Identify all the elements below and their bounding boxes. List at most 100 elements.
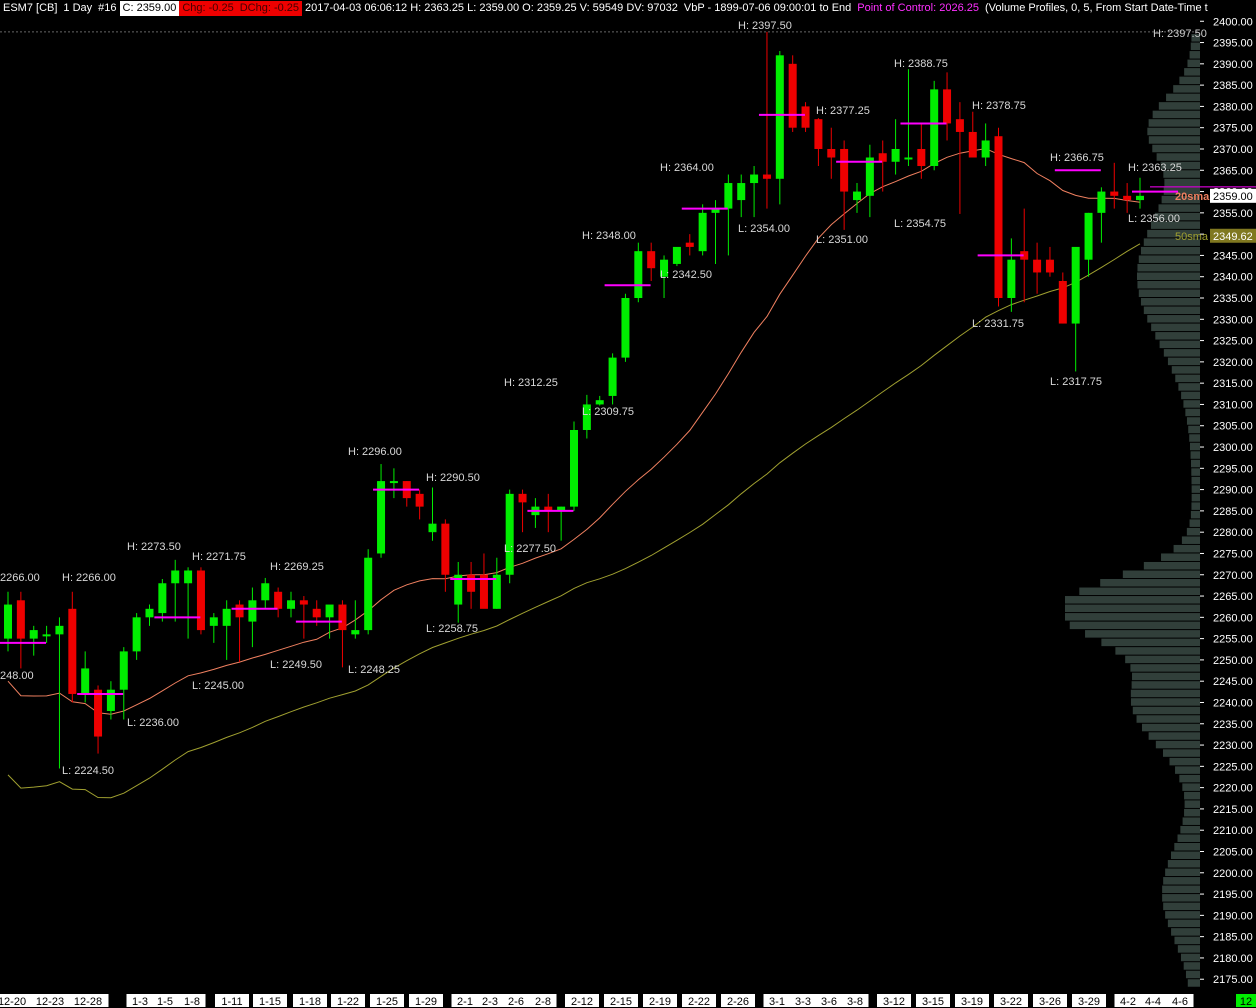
candle-body — [467, 574, 476, 592]
composite-profile-bar — [1132, 672, 1200, 681]
candle-body — [865, 157, 874, 196]
composite-profile-bar — [1189, 519, 1200, 527]
candle-body — [634, 251, 643, 299]
x-tick-label: 1-15 — [259, 996, 281, 1008]
composite-profile-bar — [1191, 476, 1200, 485]
composite-profile-bar — [1177, 834, 1200, 842]
session-extreme-label: L: 2354.75 — [894, 218, 946, 230]
composite-profile-bar — [1174, 842, 1200, 851]
session-extreme-label: L: 2236.00 — [127, 717, 179, 729]
composite-profile-bar — [1140, 298, 1200, 306]
composite-profile-bar — [1175, 374, 1200, 383]
session-extreme-label: H: 2366.75 — [1050, 152, 1104, 164]
x-tick-label: 12-20 — [0, 996, 26, 1008]
candle-body — [377, 481, 386, 554]
composite-profile-bar — [1151, 323, 1200, 332]
composite-profile-bar — [1100, 579, 1200, 587]
candle-body — [981, 140, 990, 158]
composite-profile-bar — [1065, 613, 1200, 621]
composite-profile-bar — [1173, 85, 1200, 93]
sma50-line — [7, 243, 1141, 799]
candle-body — [1045, 259, 1054, 273]
composite-profile-bar — [1158, 102, 1200, 110]
x-tick-label: 1-11 — [221, 996, 242, 1008]
y-tick-label: 2185.00 — [1213, 932, 1253, 944]
session-extreme-label: H: 2397.50 — [738, 20, 792, 32]
x-tick-label: 4-6 — [1172, 996, 1188, 1008]
candle-body — [1071, 246, 1080, 324]
chart-area[interactable]: ESM7 [CB] 1 Day #16 C: 2359.00 Chg: -0.2… — [0, 0, 1256, 1008]
x-tick-label: 1-5 — [157, 996, 173, 1008]
composite-profile-bar — [1171, 366, 1200, 374]
session-extreme-label: H: 2312.25 — [504, 377, 558, 389]
composite-profile-bar — [1152, 144, 1200, 153]
session-extreme-label: H: 2348.00 — [582, 230, 636, 242]
x-tick-label: 1-18 — [299, 996, 321, 1008]
x-tick-label: 1-25 — [376, 996, 398, 1008]
y-tick-label: 2175.00 — [1213, 974, 1253, 986]
candle-body — [132, 617, 141, 652]
y-tick-label: 2400.00 — [1213, 16, 1253, 28]
y-tick-label: 2385.00 — [1213, 80, 1253, 92]
candle-body — [196, 570, 205, 631]
candle-body — [1097, 191, 1106, 213]
composite-profile-bar — [1148, 732, 1200, 740]
y-tick-label: 2270.00 — [1213, 570, 1253, 582]
composite-profile-bar — [1190, 510, 1200, 519]
x-tick-label: 2-1 — [457, 996, 473, 1008]
composite-profile-bar — [1189, 51, 1200, 59]
candle-body — [1007, 259, 1016, 299]
composite-profile-bar — [1178, 383, 1200, 391]
y-tick-label: 2235.00 — [1213, 719, 1253, 731]
y-tick-label: 2215.00 — [1213, 804, 1253, 816]
session-extreme-label: L: 2356.00 — [1128, 213, 1180, 225]
session-extreme-label: H: 2266.00 — [62, 572, 116, 584]
y-tick-label: 2245.00 — [1213, 676, 1253, 688]
candle-body — [119, 651, 128, 690]
composite-profile-bar — [1141, 723, 1200, 732]
composite-profile-bar — [1165, 911, 1200, 919]
candle-body — [698, 212, 707, 252]
candle-body — [518, 493, 527, 503]
x-tick-label: 12-28 — [74, 996, 102, 1008]
candle-body — [16, 600, 25, 639]
composite-profile-bar — [1187, 59, 1200, 68]
composite-profile-bar — [1163, 877, 1200, 885]
composite-profile-bar — [1167, 919, 1200, 928]
composite-profile-bar — [1170, 851, 1200, 860]
composite-profile-bar — [1143, 561, 1200, 570]
candle-body — [762, 174, 771, 179]
composite-profile-bar — [1191, 502, 1200, 510]
candle-body — [4, 604, 12, 639]
x-tick-label: 1-22 — [337, 996, 359, 1008]
composite-profile-bar — [1163, 349, 1200, 357]
x-tick-label: 3-19 — [961, 996, 983, 1008]
x-tick-label: 2-6 — [508, 996, 524, 1008]
candle-body — [29, 630, 38, 639]
x-tick-label: 3-8 — [847, 996, 863, 1008]
composite-profile-bar — [1130, 698, 1200, 706]
price-chart[interactable]: 2175.00 2180.00 2185.00 2190.00 2195.00 2200.… — [0, 0, 1256, 1008]
composite-profile-bar — [1136, 272, 1200, 280]
composite-profile-bar — [1181, 391, 1200, 400]
candle-body — [827, 148, 836, 158]
candle-body — [235, 604, 244, 618]
composite-profile-bar — [1189, 434, 1200, 442]
session-extreme-label: L: 2245.00 — [192, 680, 244, 692]
candle-body — [42, 634, 51, 637]
y-tick-label: 2200.00 — [1213, 868, 1253, 880]
candle-body — [943, 89, 952, 124]
composite-profile-bar — [1180, 825, 1200, 834]
candle-body — [570, 429, 578, 507]
x-tick-label: 1-29 — [415, 996, 437, 1008]
candle-body — [621, 298, 630, 358]
composite-profile-bar — [1190, 459, 1200, 468]
composite-profile-bar — [1167, 357, 1200, 366]
y-tick-label: 2330.00 — [1213, 314, 1253, 326]
composite-profile-bar — [1180, 953, 1200, 962]
sma50-tag: 50sma — [1175, 231, 1209, 243]
y-tick-label: 2275.00 — [1213, 548, 1253, 560]
candle-body — [801, 106, 810, 128]
session-extreme-label: L: 2249.50 — [270, 659, 322, 671]
composite-profile-bar — [1185, 408, 1200, 417]
